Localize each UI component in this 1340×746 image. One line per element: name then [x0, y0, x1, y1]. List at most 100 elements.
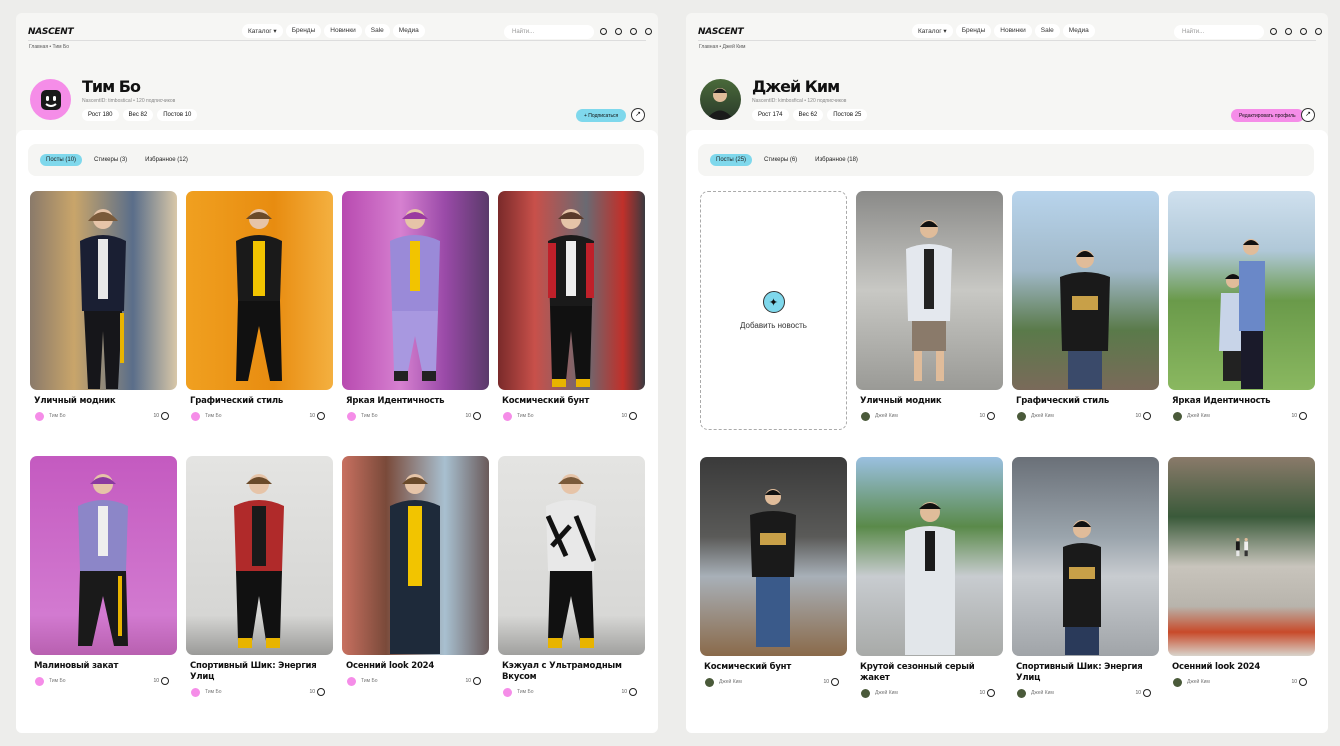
post-image[interactable] — [30, 456, 177, 655]
post-image[interactable] — [186, 456, 333, 655]
nav-catalog[interactable]: Каталог ▾ — [242, 24, 283, 38]
post-title[interactable]: Графический стиль — [1012, 396, 1159, 407]
edit-profile-button[interactable]: Редактировать профиль — [1231, 109, 1304, 122]
post-title[interactable]: Уличный модник — [856, 396, 1003, 407]
heart-icon[interactable] — [1143, 412, 1151, 420]
post-card[interactable]: Космический бунт Тим Бо 10 — [498, 191, 645, 423]
nav-media[interactable]: Медиа — [1062, 24, 1095, 38]
tab-stickers[interactable]: Стикеры (3) — [88, 154, 133, 166]
post-title[interactable]: Космический бунт — [700, 662, 847, 673]
favorites-icon[interactable] — [600, 28, 607, 35]
heart-icon[interactable] — [831, 678, 839, 686]
user-icon[interactable] — [615, 28, 622, 35]
post-image[interactable] — [30, 191, 177, 390]
post-meta: Джей Ким 10 — [1168, 675, 1315, 689]
search-input[interactable]: Найти... — [1174, 25, 1264, 39]
post-image[interactable] — [342, 456, 489, 655]
tab-favorites[interactable]: Избранное (12) — [139, 154, 194, 166]
heart-icon[interactable] — [473, 412, 481, 420]
sparkle-icon[interactable]: ✦ — [762, 291, 785, 313]
heart-icon[interactable] — [987, 412, 995, 420]
heart-icon[interactable] — [629, 412, 637, 420]
nav-sale[interactable]: Sale — [1034, 24, 1060, 38]
profile-panel-tim: NASCENT Каталог ▾ Бренды Новинки Sale Ме… — [16, 13, 658, 733]
avatar — [700, 79, 741, 120]
post-image[interactable] — [856, 457, 1003, 656]
subscribe-button[interactable]: + Подписаться — [576, 109, 627, 122]
share-icon[interactable]: ↗ — [1301, 108, 1315, 122]
nav-media[interactable]: Медиа — [392, 24, 425, 38]
heart-icon[interactable] — [987, 689, 995, 697]
post-title[interactable]: Яркая Идентичность — [1168, 396, 1315, 407]
tab-stickers[interactable]: Стикеры (6) — [758, 154, 803, 166]
heart-icon[interactable] — [317, 412, 325, 420]
nav-catalog[interactable]: Каталог ▾ — [912, 24, 953, 38]
tab-posts[interactable]: Посты (25) — [710, 154, 753, 166]
profile-stats: Рост 174 Вес 62 Постов 25 — [752, 109, 868, 121]
user-icon[interactable] — [1285, 28, 1292, 35]
heart-icon[interactable] — [473, 677, 481, 685]
post-image[interactable] — [1168, 191, 1315, 390]
post-card[interactable]: Яркая Идентичность Тим Бо 10 — [342, 191, 489, 423]
heart-icon[interactable] — [161, 412, 169, 420]
heart-icon[interactable] — [317, 688, 325, 696]
post-card[interactable]: Спортивный Шик: Энергия Улиц Джей Ким 10 — [1012, 457, 1159, 700]
post-card[interactable]: Космический бунт Джей Ким 10 — [700, 457, 847, 689]
tab-favorites[interactable]: Избранное (18) — [809, 154, 864, 166]
post-card[interactable]: Уличный модник Тим Бо 10 — [30, 191, 177, 423]
post-card[interactable]: Малиновый закат Тим Бо 10 — [30, 456, 177, 688]
nav-brands[interactable]: Бренды — [955, 24, 992, 38]
chat-icon[interactable] — [1300, 28, 1307, 35]
share-icon[interactable]: ↗ — [631, 108, 645, 122]
heart-icon[interactable] — [629, 688, 637, 696]
nav-new[interactable]: Новинки — [324, 24, 362, 38]
post-title[interactable]: Осенний look 2024 — [1168, 662, 1315, 673]
heart-icon[interactable] — [1143, 689, 1151, 697]
author-avatar — [503, 687, 512, 697]
post-card[interactable]: Спортивный Шик: Энергия Улиц Тим Бо 10 — [186, 456, 333, 699]
post-title[interactable]: Графический стиль — [186, 396, 333, 407]
post-card[interactable]: Яркая Идентичность Джей Ким 10 — [1168, 191, 1315, 423]
post-image[interactable] — [1012, 191, 1159, 390]
post-title[interactable]: Уличный модник — [30, 396, 177, 407]
post-card[interactable]: Графический стиль Джей Ким 10 — [1012, 191, 1159, 423]
nav-new[interactable]: Новинки — [994, 24, 1032, 38]
cart-icon[interactable] — [645, 28, 652, 35]
nav-sale[interactable]: Sale — [364, 24, 390, 38]
post-image[interactable] — [498, 456, 645, 655]
cart-icon[interactable] — [1315, 28, 1322, 35]
chat-icon[interactable] — [630, 28, 637, 35]
post-image[interactable] — [856, 191, 1003, 390]
tab-posts[interactable]: Посты (10) — [40, 154, 83, 166]
post-image[interactable] — [186, 191, 333, 390]
post-title[interactable]: Крутой сезонный серый жакет — [856, 662, 1003, 684]
post-title[interactable]: Кэжуал с Ультрамодным Вкусом — [498, 661, 645, 683]
post-card[interactable]: Осенний look 2024 Тим Бо 10 — [342, 456, 489, 688]
heart-icon[interactable] — [1299, 412, 1307, 420]
post-title[interactable]: Спортивный Шик: Энергия Улиц — [1012, 662, 1159, 684]
post-title[interactable]: Осенний look 2024 — [342, 661, 489, 672]
post-card[interactable]: Крутой сезонный серый жакет Джей Ким 10 — [856, 457, 1003, 700]
heart-icon[interactable] — [161, 677, 169, 685]
post-title[interactable]: Космический бунт — [498, 396, 645, 407]
logo[interactable]: NASCENT — [28, 27, 74, 37]
post-card[interactable]: Графический стиль Тим Бо 10 — [186, 191, 333, 423]
logo[interactable]: NASCENT — [698, 27, 744, 37]
post-card[interactable]: Кэжуал с Ультрамодным Вкусом Тим Бо 10 — [498, 456, 645, 699]
post-card[interactable]: Уличный модник Джей Ким 10 — [856, 191, 1003, 423]
post-image[interactable] — [498, 191, 645, 390]
post-title[interactable]: Яркая Идентичность — [342, 396, 489, 407]
post-image[interactable] — [1168, 457, 1315, 656]
nav-brands[interactable]: Бренды — [285, 24, 322, 38]
profile-panel-jay: NASCENT Каталог ▾ Бренды Новинки Sale Ме… — [686, 13, 1328, 733]
heart-icon[interactable] — [1299, 678, 1307, 686]
post-title[interactable]: Спортивный Шик: Энергия Улиц — [186, 661, 333, 683]
post-image[interactable] — [700, 457, 847, 656]
post-title[interactable]: Малиновый закат — [30, 661, 177, 672]
favorites-icon[interactable] — [1270, 28, 1277, 35]
post-image[interactable] — [342, 191, 489, 390]
add-news-card[interactable]: ✦ Добавить новость — [700, 191, 847, 430]
post-card[interactable]: Осенний look 2024 Джей Ким 10 — [1168, 457, 1315, 689]
post-image[interactable] — [1012, 457, 1159, 656]
search-input[interactable]: Найти... — [504, 25, 594, 39]
